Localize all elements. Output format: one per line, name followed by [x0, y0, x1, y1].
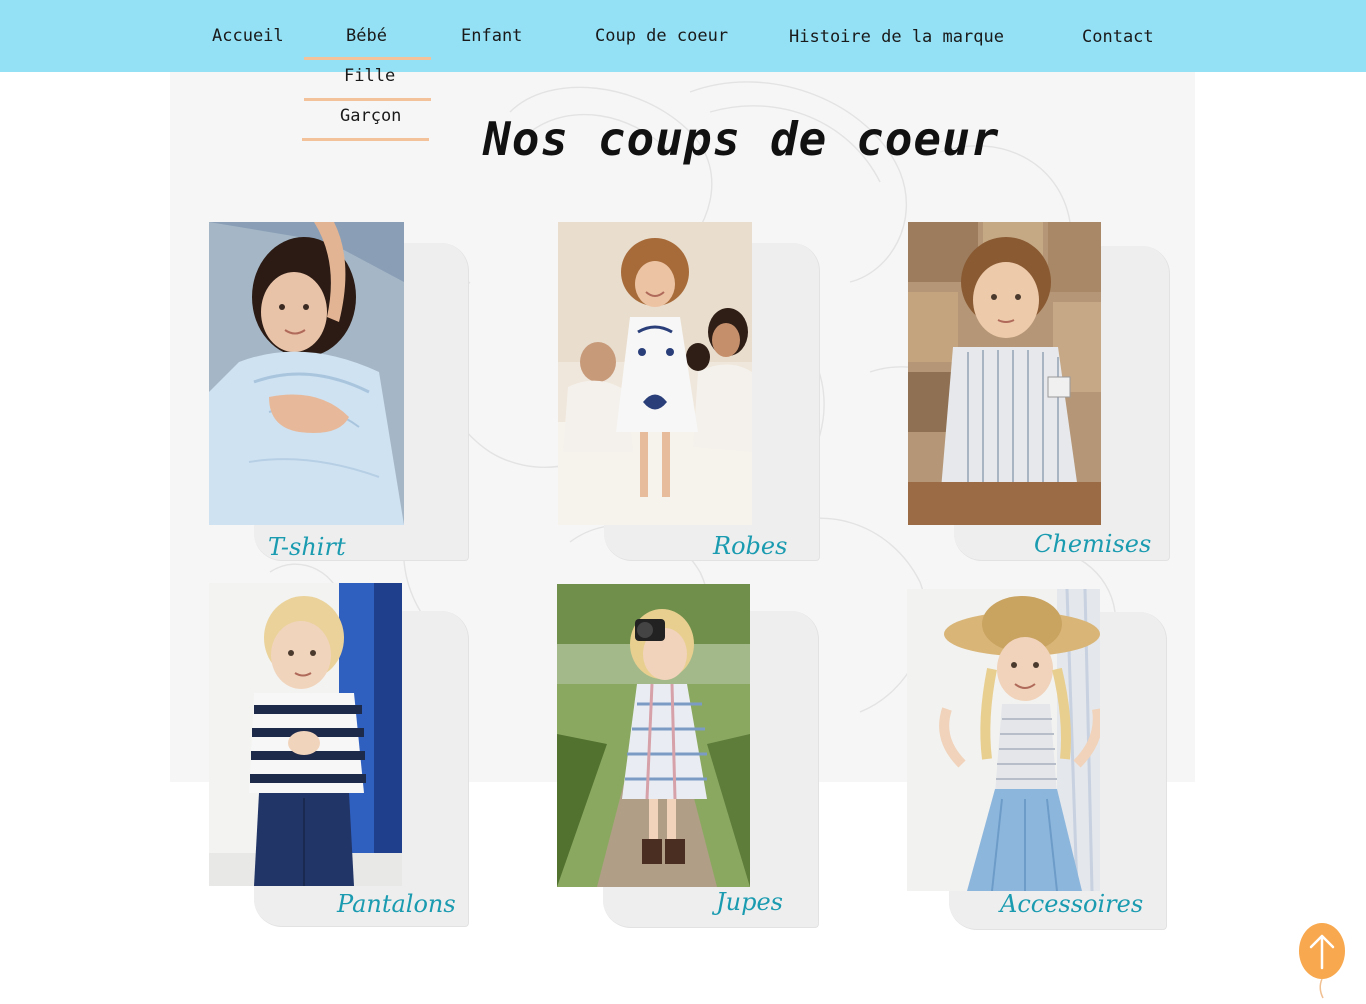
nav-active-underline: [304, 57, 431, 60]
dropdown-divider: [304, 98, 431, 101]
card-photo-tshirt[interactable]: [209, 222, 404, 525]
nav-histoire-de-la-marque[interactable]: Histoire de la marque: [789, 27, 1004, 47]
scroll-to-top-button[interactable]: [1298, 922, 1346, 999]
arrow-up-icon: [1299, 923, 1345, 999]
page-title: Nos coups de coeur: [483, 112, 1000, 166]
card-label-jupes[interactable]: Jupes: [716, 888, 783, 916]
card-photo-pantalons[interactable]: [209, 583, 402, 886]
card-label-chemises[interactable]: Chemises: [1034, 530, 1151, 558]
nav-bebe[interactable]: Bébé: [346, 26, 387, 46]
card-photo-chemises[interactable]: [908, 222, 1101, 525]
nav-contact[interactable]: Contact: [1082, 27, 1154, 47]
card-photo-accessoires[interactable]: [907, 589, 1100, 891]
card-label-pantalons[interactable]: Pantalons: [337, 890, 456, 918]
card-photo-jupes[interactable]: [557, 584, 750, 887]
dropdown-divider: [302, 138, 429, 141]
nav-accueil[interactable]: Accueil: [212, 26, 284, 46]
nav-enfant[interactable]: Enfant: [461, 26, 522, 46]
card-label-tshirt[interactable]: T-shirt: [268, 533, 346, 561]
nav-coup-de-coeur[interactable]: Coup de coeur: [595, 26, 728, 46]
card-label-accessoires[interactable]: Accessoires: [1000, 890, 1143, 918]
card-label-robes[interactable]: Robes: [713, 532, 787, 560]
top-navigation-bar: Accueil Bébé Enfant Coup de coeur Histoi…: [0, 0, 1366, 72]
card-photo-robes[interactable]: [558, 222, 752, 525]
dropdown-item-garcon[interactable]: Garçon: [340, 106, 401, 126]
dropdown-item-fille[interactable]: Fille: [344, 66, 395, 86]
